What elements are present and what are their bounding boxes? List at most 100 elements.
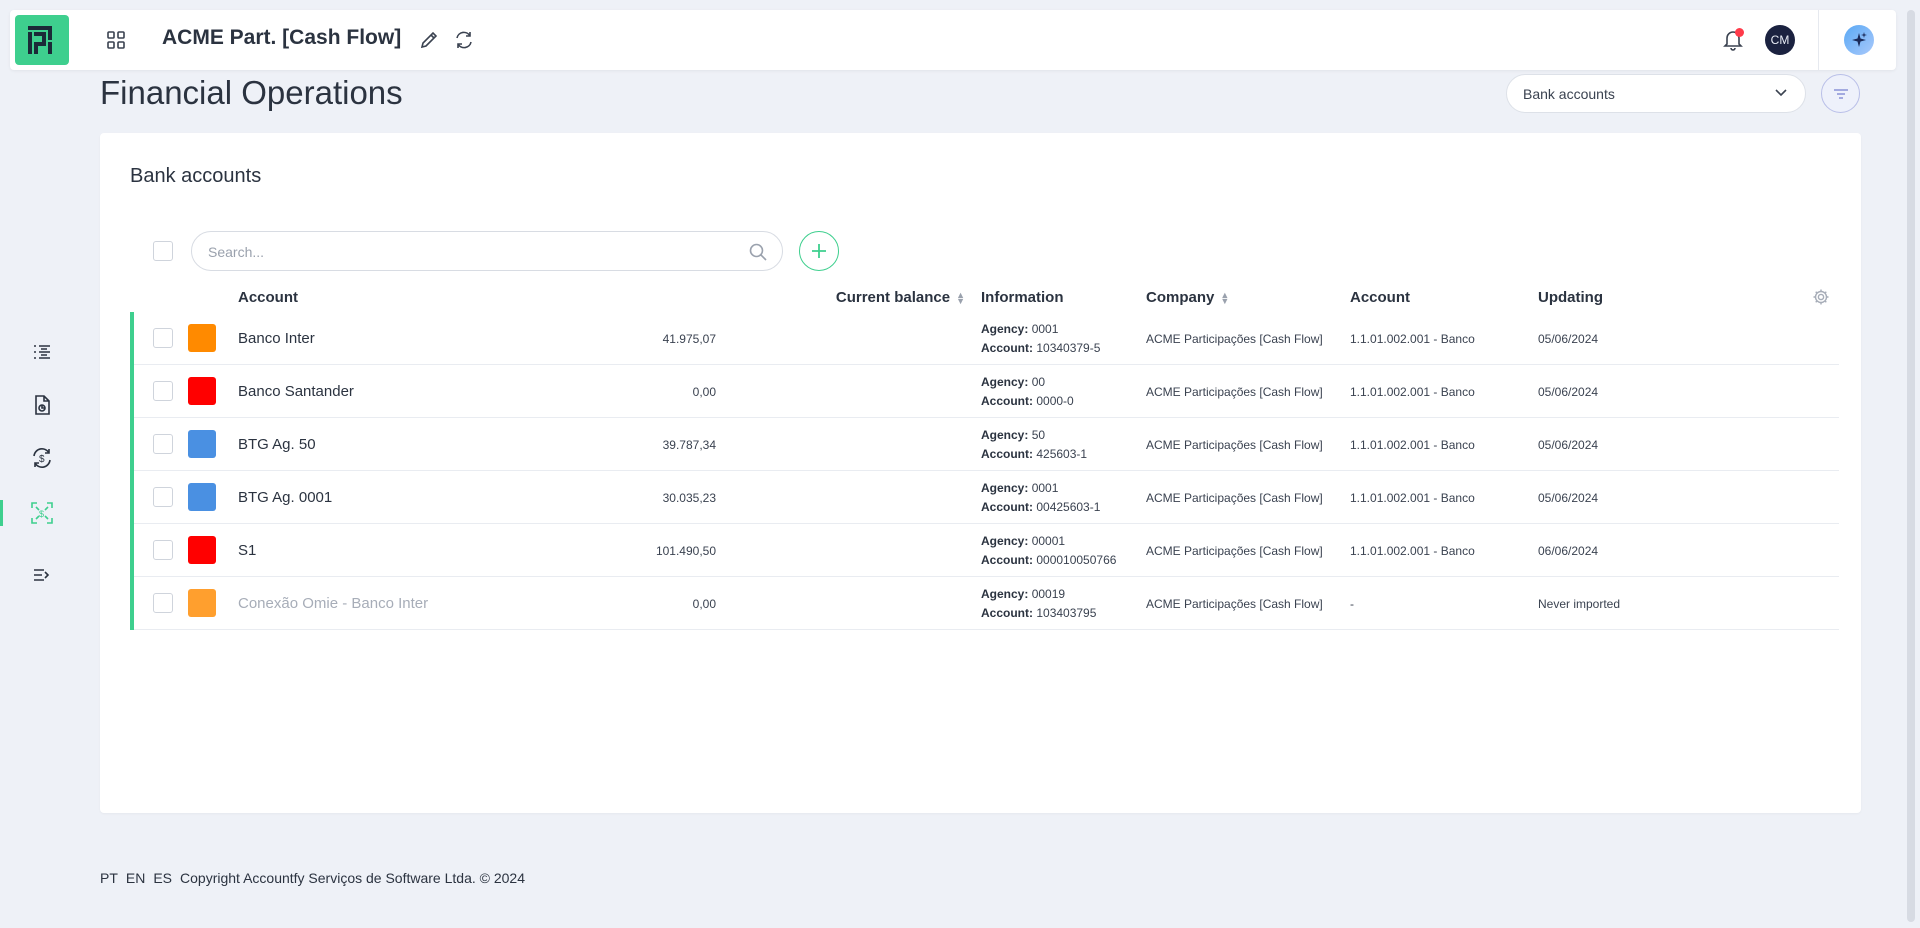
table-settings-gear-icon[interactable] — [1812, 288, 1830, 306]
scrollbar-thumb[interactable] — [1907, 10, 1915, 922]
agency-label: Agency: — [981, 374, 1029, 389]
page-title: Financial Operations — [100, 74, 403, 111]
current-balance: 30.035,23 — [662, 490, 716, 505]
account-color-swatch — [188, 430, 216, 458]
last-updated: 05/06/2024 — [1538, 437, 1599, 452]
row-checkbox[interactable] — [153, 540, 173, 560]
ledger-account: 1.1.01.002.001 - Banco — [1350, 543, 1475, 558]
filter-button[interactable] — [1821, 74, 1860, 113]
account-color-swatch — [188, 483, 216, 511]
last-updated: 06/06/2024 — [1538, 543, 1599, 558]
agency-label: Agency: — [981, 321, 1029, 336]
user-avatar[interactable]: CM — [1765, 25, 1795, 55]
table-row[interactable]: Conexão Omie - Banco Inter 0,00 Agency: 00… — [130, 577, 1839, 630]
current-balance: 39.787,34 — [662, 437, 716, 452]
sidenav-report-icon[interactable] — [24, 387, 60, 423]
agency-value: 50 — [1031, 427, 1046, 442]
column-header-updating: Updating — [1538, 289, 1603, 306]
card-title: Bank accounts — [130, 165, 262, 187]
row-status-accent — [130, 365, 134, 418]
sidenav-active-indicator — [0, 500, 3, 526]
row-checkbox[interactable] — [153, 487, 173, 507]
column-header-current-balance[interactable]: Current balance ▲ ▼ — [836, 289, 965, 306]
account-name[interactable]: BTG Ag. 50 — [238, 418, 316, 471]
company-name: ACME Participações [Cash Flow] — [1146, 437, 1323, 452]
column-header-company[interactable]: Company ▲ ▼ — [1146, 289, 1229, 306]
notification-dot — [1735, 28, 1744, 37]
ai-assistant-icon[interactable] — [1844, 25, 1874, 55]
view-select-value: Bank accounts — [1523, 85, 1615, 102]
column-header-information: Information — [981, 289, 1064, 306]
divider — [1818, 10, 1819, 70]
svg-text:$: $ — [39, 454, 45, 465]
language-en-link[interactable]: EN — [126, 870, 145, 886]
sidenav-list-icon[interactable] — [24, 334, 60, 370]
company-name: ACME Participações [Cash Flow] — [1146, 543, 1323, 558]
account-name[interactable]: BTG Ag. 0001 — [238, 471, 332, 524]
agency-value: 00 — [1031, 374, 1046, 389]
ledger-account: 1.1.01.002.001 - Banco — [1350, 437, 1475, 452]
chevron-down-icon — [1773, 84, 1789, 103]
select-all-checkbox[interactable] — [153, 241, 173, 261]
account-name[interactable]: Conexão Omie - Banco Inter — [238, 577, 428, 630]
current-balance: 41.975,07 — [662, 331, 716, 346]
company-name: ACME Participações [Cash Flow] — [1146, 384, 1323, 399]
row-status-accent — [130, 524, 134, 577]
current-balance: 0,00 — [692, 384, 716, 399]
account-number-value: 00425603-1 — [1036, 499, 1101, 514]
agency-label: Agency: — [981, 427, 1029, 442]
edit-pencil-icon[interactable] — [417, 28, 441, 52]
table-row[interactable]: Banco Santander 0,00 Agency: 00 Account: 00… — [130, 365, 1839, 418]
apps-grid-icon[interactable] — [104, 28, 128, 52]
language-pt-link[interactable]: PT — [100, 870, 118, 886]
language-es-link[interactable]: ES — [153, 870, 172, 886]
sort-icon: ▲ ▼ — [956, 289, 965, 306]
account-name[interactable]: Banco Santander — [238, 365, 354, 418]
logo-icon — [28, 26, 52, 54]
app-logo[interactable] — [15, 15, 69, 65]
sidenav-cash-cycle-icon[interactable]: $ — [24, 440, 60, 476]
agency-label: Agency: — [981, 533, 1029, 548]
account-label: Account: — [981, 552, 1033, 567]
account-name[interactable]: S1 — [238, 524, 256, 577]
svg-text:$: $ — [39, 509, 44, 519]
add-account-button[interactable] — [799, 231, 839, 271]
row-checkbox[interactable] — [153, 328, 173, 348]
page-scrollbar[interactable] — [1906, 10, 1916, 922]
refresh-icon[interactable] — [452, 28, 476, 52]
row-checkbox[interactable] — [153, 593, 173, 613]
account-name[interactable]: Banco Inter — [238, 312, 315, 365]
company-name: ACME Participações [Cash Flow] — [1146, 490, 1323, 505]
view-select-dropdown[interactable]: Bank accounts — [1506, 74, 1806, 113]
account-label: Account: — [981, 393, 1033, 408]
ledger-account: 1.1.01.002.001 - Banco — [1350, 331, 1475, 346]
sidenav-collapse-menu-icon[interactable] — [24, 557, 60, 593]
row-status-accent — [130, 577, 134, 630]
last-updated: 05/06/2024 — [1538, 384, 1599, 399]
table-row[interactable]: BTG Ag. 50 39.787,34 Agency: 50 Account: 42… — [130, 418, 1839, 471]
search-input[interactable] — [208, 241, 728, 263]
table-row[interactable]: Banco Inter 41.975,07 Agency: 0001 Account:… — [130, 312, 1839, 365]
account-number-value: 103403795 — [1036, 605, 1097, 620]
row-checkbox[interactable] — [153, 434, 173, 454]
account-information: Agency: 00 Account: 0000-0 — [981, 365, 1074, 418]
agency-value: 0001 — [1031, 321, 1059, 336]
table-row[interactable]: S1 101.490,50 Agency: 00001 Account: 000010… — [130, 524, 1839, 577]
last-updated: 05/06/2024 — [1538, 490, 1599, 505]
sidenav-bank-accounts-icon[interactable]: $ — [24, 495, 60, 531]
search-icon[interactable] — [748, 242, 768, 267]
account-color-swatch — [188, 377, 216, 405]
table-row[interactable]: BTG Ag. 0001 30.035,23 Agency: 0001 Account… — [130, 471, 1839, 524]
column-header-account[interactable]: Account — [238, 289, 298, 306]
bank-accounts-card: Bank accounts Account Current balance ▲▼… — [100, 133, 1861, 813]
notification-bell-icon[interactable] — [1720, 26, 1746, 52]
account-color-swatch — [188, 324, 216, 352]
ledger-account: 1.1.01.002.001 - Banco — [1350, 490, 1475, 505]
account-label: Account: — [981, 499, 1033, 514]
account-information: Agency: 00019 Account: 103403795 — [981, 577, 1096, 630]
row-checkbox[interactable] — [153, 381, 173, 401]
column-header-ledger-account: Account — [1350, 289, 1410, 306]
company-name: ACME Participações [Cash Flow] — [1146, 596, 1323, 611]
agency-label: Agency: — [981, 586, 1029, 601]
company-name: ACME Participações [Cash Flow] — [1146, 331, 1323, 346]
